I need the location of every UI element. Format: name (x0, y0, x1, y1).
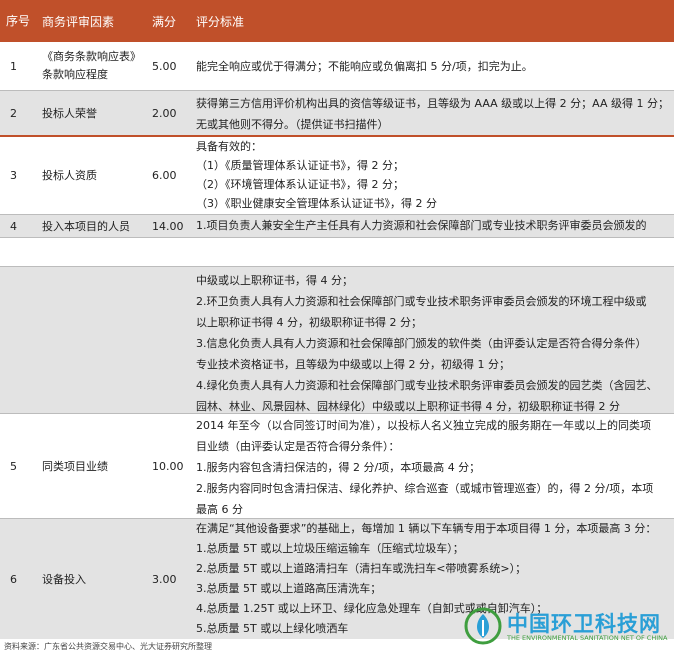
criteria-line: 3.信息化负责人具有人力资源和社会保障部门颁发的软件类（由评委认定是否符合得分条… (196, 337, 647, 350)
row-score: 2.00 (152, 106, 177, 120)
criteria-line: 能完全响应或优于得满分；不能响应或负偏离扣 5 分/项，扣完为止。 (196, 60, 533, 73)
criteria-line: 2.总质量 5T 或以上道路清扫车（清扫车或洗扫车<带喷雾系统>）； (196, 562, 527, 575)
table-row: 1 《商务条款响应表》条款响应程度 5.00 能完全响应或优于得满分；不能响应或… (0, 42, 674, 90)
criteria-line: 中级或以上职称证书，得 4 分； (196, 274, 353, 287)
criteria-line: 在满足“其他设备要求”的基础上，每增加 1 辆以下车辆专用于本项目得 1 分，本… (196, 522, 657, 535)
row-score: 10.00 (152, 459, 184, 473)
row-factor: 《商务条款响应表》条款响应程度 (42, 50, 141, 81)
row-factor: 投标人资质 (42, 169, 97, 182)
criteria-line: （2）《环境管理体系认证证书》，得 2 分； (196, 178, 404, 191)
criteria-line: 4.绿化负责人具有人力资源和社会保障部门或专业技术职务评审委员会颁发的园艺类（含… (196, 379, 658, 392)
row-factor: 投入本项目的人员 (42, 219, 130, 233)
row-no: 2 (10, 106, 17, 120)
row-criteria: 2014 年至今（以合同签订时间为准），以投标人名义独立完成的服务期在一年或以上… (196, 414, 666, 518)
row-criteria: 具备有效的： （1）《质量管理体系认证证书》，得 2 分； （2）《环境管理体系… (196, 137, 666, 214)
criteria-line: 1.总质量 5T 或以上垃圾压缩运输车（压缩式垃圾车）； (196, 542, 464, 555)
col-no-header: 序号 (6, 14, 31, 28)
row-score: 14.00 (152, 219, 184, 233)
watermark-en: THE ENVIRONMENTAL SANITATION NET OF CHIN… (507, 634, 668, 642)
criteria-line: 2.环卫负责人具有人力资源和社会保障部门或专业技术职务评审委员会颁发的环境工程中… (196, 295, 647, 308)
watermark-logo: 中国环卫科技网 THE ENVIRONMENTAL SANITATION NET… (463, 606, 673, 646)
row-criteria: 能完全响应或优于得满分；不能响应或负偏离扣 5 分/项，扣完为止。 (196, 42, 666, 90)
row-score: 6.00 (152, 169, 177, 182)
criteria-line: 1.项目负责人兼安全生产主任具有人力资源和社会保障部门或专业技术职务评审委员会颁… (196, 219, 647, 232)
source-note: 资料来源：广东省公共资源交易中心、光大证券研究所整理 (4, 642, 212, 651)
row-criteria: 中级或以上职称证书，得 4 分； 2.环卫负责人具有人力资源和社会保障部门或专业… (196, 267, 666, 413)
criteria-line: 专业技术资格证书，且等级为中级或以上得 2 分，初级得 1 分； (196, 358, 510, 371)
row-factor: 设备投入 (42, 572, 86, 586)
row-no: 1 (10, 59, 17, 73)
criteria-line: 2014 年至今（以合同签订时间为准），以投标人名义独立完成的服务期在一年或以上… (196, 419, 651, 432)
row-factor: 同类项目业绩 (42, 459, 108, 473)
table-row: 5 同类项目业绩 10.00 2014 年至今（以合同签订时间为准），以投标人名… (0, 414, 674, 518)
criteria-line: 目业绩（由评委认定是否符合得分条件）： (196, 440, 400, 453)
table-row: 4 投入本项目的人员 14.00 1.项目负责人兼安全生产主任具有人力资源和社会… (0, 215, 674, 237)
criteria-line: 1.服务内容包含清扫保洁的，得 2 分/项，本项最高 4 分； (196, 461, 481, 474)
row-divider (0, 237, 674, 238)
row-no: 4 (10, 219, 17, 233)
row-no: 5 (10, 459, 17, 473)
row-no: 3 (10, 169, 17, 182)
criteria-line: 3.总质量 5T 或以上道路高压清洗车； (196, 582, 382, 595)
row-criteria: 1.项目负责人兼安全生产主任具有人力资源和社会保障部门或专业技术职务评审委员会颁… (196, 215, 666, 237)
row-score: 3.00 (152, 572, 177, 586)
criteria-line: 获得第三方信用评价机构出具的资信等级证书，且等级为 AAA 级或以上得 2 分；… (196, 97, 670, 110)
criteria-line: 2.服务内容同时包含清扫保洁、绿化养护、综合巡查（或城市管理巡查）的，得 2 分… (196, 482, 654, 495)
table-row: 中级或以上职称证书，得 4 分； 2.环卫负责人具有人力资源和社会保障部门或专业… (0, 267, 674, 413)
table-row: 3 投标人资质 6.00 具备有效的： （1）《质量管理体系认证证书》，得 2 … (0, 137, 674, 214)
criteria-line: （3）《职业健康安全管理体系认证证书》，得 2 分 (196, 197, 437, 210)
criteria-line: 具备有效的： (196, 140, 262, 153)
col-factor-header: 商务评审因素 (42, 14, 115, 29)
table-row: 2 投标人荣誉 2.00 获得第三方信用评价机构出具的资信等级证书，且等级为 A… (0, 91, 674, 135)
row-criteria: 获得第三方信用评价机构出具的资信等级证书，且等级为 AAA 级或以上得 2 分；… (196, 91, 670, 135)
criteria-line: 最高 6 分 (196, 503, 243, 516)
col-score-header: 满分 (152, 14, 177, 29)
row-no: 6 (10, 572, 17, 586)
row-score: 5.00 (152, 59, 177, 73)
criteria-line: 以上职称证书得 4 分，初级职称证书得 2 分； (196, 316, 422, 329)
table-header: 序号 商务评审因素 满分 评分标准 (0, 0, 674, 42)
environment-logo-icon (464, 607, 502, 645)
col-criteria-header: 评分标准 (196, 14, 245, 29)
row-factor: 投标人荣誉 (42, 106, 97, 120)
criteria-line: （1）《质量管理体系认证证书》，得 2 分； (196, 159, 404, 172)
criteria-line: 无或其他则不得分。（提供证书扫描件） (196, 118, 389, 131)
